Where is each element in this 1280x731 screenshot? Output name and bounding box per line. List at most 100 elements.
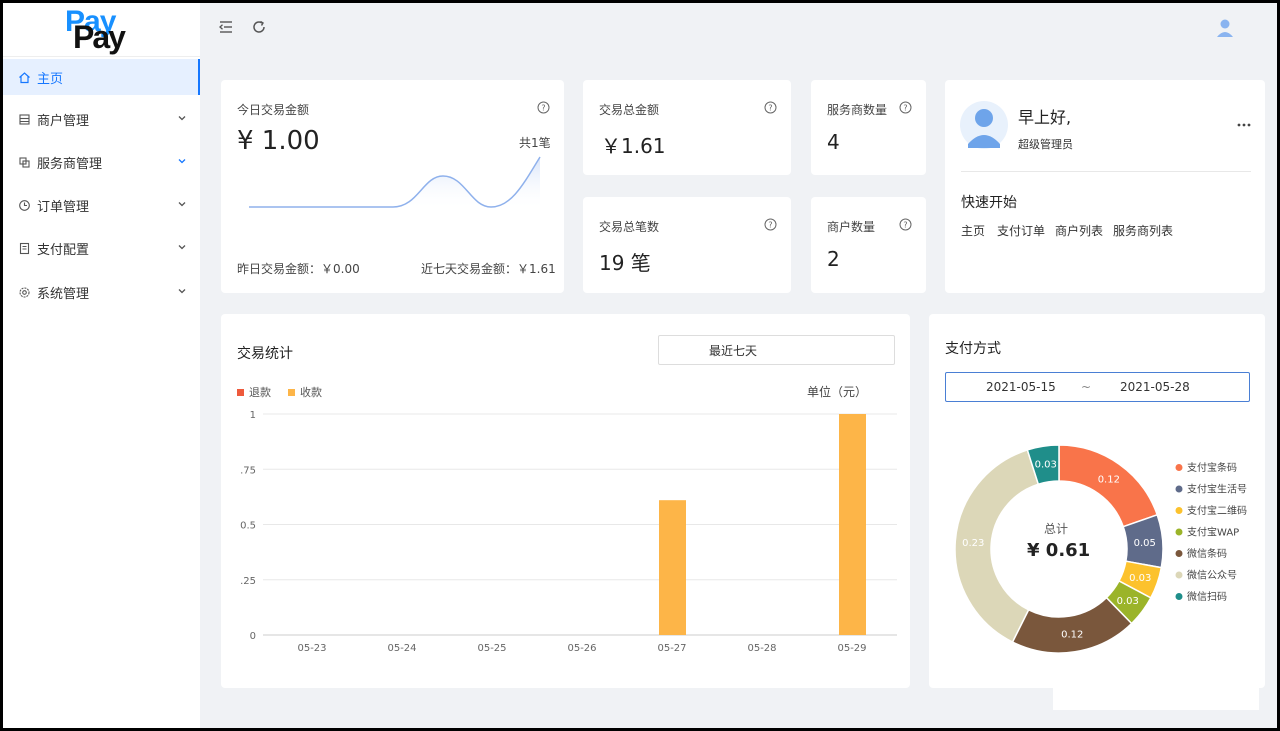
chevron-down-icon bbox=[178, 289, 186, 294]
sidebar-item-label: 系统管理 bbox=[37, 286, 90, 302]
sidebar-item-provider[interactable]: 服务商管理 bbox=[3, 144, 200, 180]
legend-swatch bbox=[1175, 550, 1183, 557]
help-icon[interactable]: ? bbox=[764, 218, 777, 231]
donut-slice-label: 0.05 bbox=[1134, 538, 1156, 549]
provider-count-title: 服务商数量 bbox=[827, 103, 888, 117]
sidebar-item-config[interactable]: 支付配置 bbox=[3, 230, 200, 266]
total-amount-card: 交易总金额 ? ￥1.61 bbox=[583, 80, 791, 175]
help-icon[interactable]: ? bbox=[537, 101, 550, 114]
merchant-count-card: 商户数量 ? 2 bbox=[811, 197, 926, 293]
config-icon bbox=[17, 241, 31, 255]
donut-slice-label: 0.23 bbox=[962, 538, 984, 549]
sidebar-item-merchant[interactable]: 商户管理 bbox=[3, 101, 200, 137]
x-tick-label: 05-27 bbox=[657, 643, 686, 654]
x-tick-label: 05-29 bbox=[837, 643, 866, 654]
merchant-icon bbox=[17, 112, 31, 126]
top-header bbox=[200, 3, 1277, 53]
logo-text-bottom: Pay bbox=[73, 19, 126, 55]
logo: Pay Pay bbox=[3, 3, 200, 57]
today-card: 今日交易金额 ? ¥ 1.00 共1笔 昨日交易金额：￥0.00 近七天交易金额… bbox=[221, 80, 564, 293]
legend-item-label[interactable]: 微信扫码 bbox=[1187, 590, 1227, 603]
home-icon bbox=[17, 70, 31, 84]
y-tick-label: 1 bbox=[250, 410, 256, 421]
today-sparkline bbox=[249, 156, 541, 210]
date-start-input[interactable]: 2021-05-15 bbox=[986, 380, 1056, 394]
bar-receive[interactable] bbox=[839, 414, 866, 635]
chevron-down-icon bbox=[178, 245, 186, 250]
provider-count-value: 4 bbox=[827, 130, 840, 154]
donut-slice-label: 0.12 bbox=[1061, 629, 1083, 640]
trade-stats-title: 交易统计 bbox=[237, 346, 293, 362]
merchant-count-title: 商户数量 bbox=[827, 220, 876, 234]
legend-item-label[interactable]: 微信条码 bbox=[1187, 547, 1227, 560]
quick-link-pay-order[interactable]: 支付订单 bbox=[997, 222, 1045, 239]
legend-swatch bbox=[1175, 571, 1183, 579]
donut-total-value: ¥ 0.61 bbox=[1027, 540, 1091, 561]
total-count-value: 19 笔 bbox=[599, 251, 651, 275]
legend-item-label[interactable]: 微信公众号 bbox=[1187, 569, 1237, 582]
date-range-select-value: 最近七天 bbox=[709, 343, 758, 358]
donut-slice-label: 0.03 bbox=[1117, 596, 1139, 607]
quick-start-title: 快速开始 bbox=[961, 195, 1017, 211]
legend-item-label[interactable]: 支付宝生活号 bbox=[1187, 483, 1247, 496]
merchant-count-value: 2 bbox=[827, 247, 840, 271]
today-count: 共1笔 bbox=[519, 136, 551, 150]
legend-receive-swatch bbox=[288, 389, 295, 396]
legend-item-label[interactable]: 支付宝二维码 bbox=[1187, 504, 1247, 517]
date-range-select[interactable]: 最近七天 bbox=[658, 335, 895, 365]
user-avatar[interactable] bbox=[1215, 18, 1235, 38]
date-end-input[interactable]: 2021-05-28 bbox=[1120, 380, 1190, 394]
sidebar-item-settings[interactable]: 系统管理 bbox=[3, 274, 200, 310]
help-icon[interactable]: ? bbox=[899, 218, 912, 231]
chevron-down-icon bbox=[178, 159, 186, 164]
bar-receive[interactable] bbox=[659, 500, 686, 635]
total-amount-value: ￥1.61 bbox=[601, 134, 666, 158]
user-avatar bbox=[960, 101, 1008, 149]
menu-fold-icon[interactable] bbox=[216, 17, 236, 37]
date-range-picker[interactable]: 2021-05-15 ~ 2021-05-28 bbox=[945, 372, 1250, 402]
legend-item-label[interactable]: 支付宝条码 bbox=[1187, 461, 1237, 474]
welcome-card: 早上好, 超级管理员 快速开始 主页 支付订单 商户列表 服务商列表 bbox=[945, 80, 1265, 293]
trade-bar-chart: 退款 收款 单位（元） 0 .25 0.5 .75 1 05-23 05-24 05-25 05-26… bbox=[237, 384, 897, 654]
legend-swatch bbox=[1175, 593, 1183, 600]
help-icon[interactable]: ? bbox=[899, 101, 912, 114]
chart-unit-label: 单位（元） bbox=[807, 384, 867, 399]
refresh-icon[interactable] bbox=[249, 17, 269, 37]
payment-method-card: 支付方式 2021-05-15 ~ 2021-05-28 0.12 0.05 0.0… bbox=[929, 314, 1265, 688]
x-tick-label: 05-24 bbox=[387, 643, 416, 654]
legend-swatch bbox=[1175, 485, 1183, 493]
donut-slice[interactable] bbox=[1058, 444, 1159, 528]
settings-icon bbox=[17, 285, 31, 299]
quick-link-home[interactable]: 主页 bbox=[961, 222, 985, 239]
legend-refund-label: 退款 bbox=[249, 385, 271, 399]
sidebar-item-label: 主页 bbox=[37, 71, 64, 87]
provider-icon bbox=[17, 155, 31, 169]
app-window: Pay Pay 主页 商户管理 服务商管理 订单管理 支付配置 系统管理 今日交… bbox=[3, 3, 1277, 728]
legend-receive-label: 收款 bbox=[300, 385, 322, 399]
chevron-down-icon bbox=[178, 116, 186, 121]
greeting: 早上好, bbox=[1018, 108, 1072, 127]
donut-slice-label: 0.03 bbox=[1035, 460, 1057, 471]
more-icon[interactable] bbox=[1237, 122, 1251, 128]
chart-legend: 退款 收款 bbox=[237, 385, 322, 399]
sidebar-item-label: 服务商管理 bbox=[37, 156, 103, 172]
x-tick-label: 05-26 bbox=[567, 643, 596, 654]
divider bbox=[961, 171, 1251, 172]
legend-swatch bbox=[1175, 464, 1183, 471]
sidebar-item-order[interactable]: 订单管理 bbox=[3, 187, 200, 223]
y-tick-label: .75 bbox=[240, 465, 256, 476]
svg-text:?: ? bbox=[903, 221, 907, 230]
help-icon[interactable]: ? bbox=[764, 101, 777, 114]
sidebar: Pay Pay 主页 商户管理 服务商管理 订单管理 支付配置 系统管理 bbox=[3, 3, 200, 728]
legend-refund-swatch bbox=[237, 389, 244, 396]
sidebar-item-label: 商户管理 bbox=[37, 113, 90, 129]
quick-link-provider-list[interactable]: 服务商列表 bbox=[1113, 222, 1173, 239]
y-tick-label: 0 bbox=[250, 631, 256, 642]
quick-link-merchant-list[interactable]: 商户列表 bbox=[1055, 222, 1103, 239]
sidebar-item-home[interactable]: 主页 bbox=[3, 59, 200, 95]
legend-item-label[interactable]: 支付宝WAP bbox=[1187, 526, 1239, 539]
donut-slice[interactable] bbox=[1011, 596, 1133, 654]
svg-text:?: ? bbox=[768, 221, 772, 230]
svg-text:?: ? bbox=[903, 104, 907, 113]
donut-total-label: 总计 bbox=[1044, 522, 1069, 536]
